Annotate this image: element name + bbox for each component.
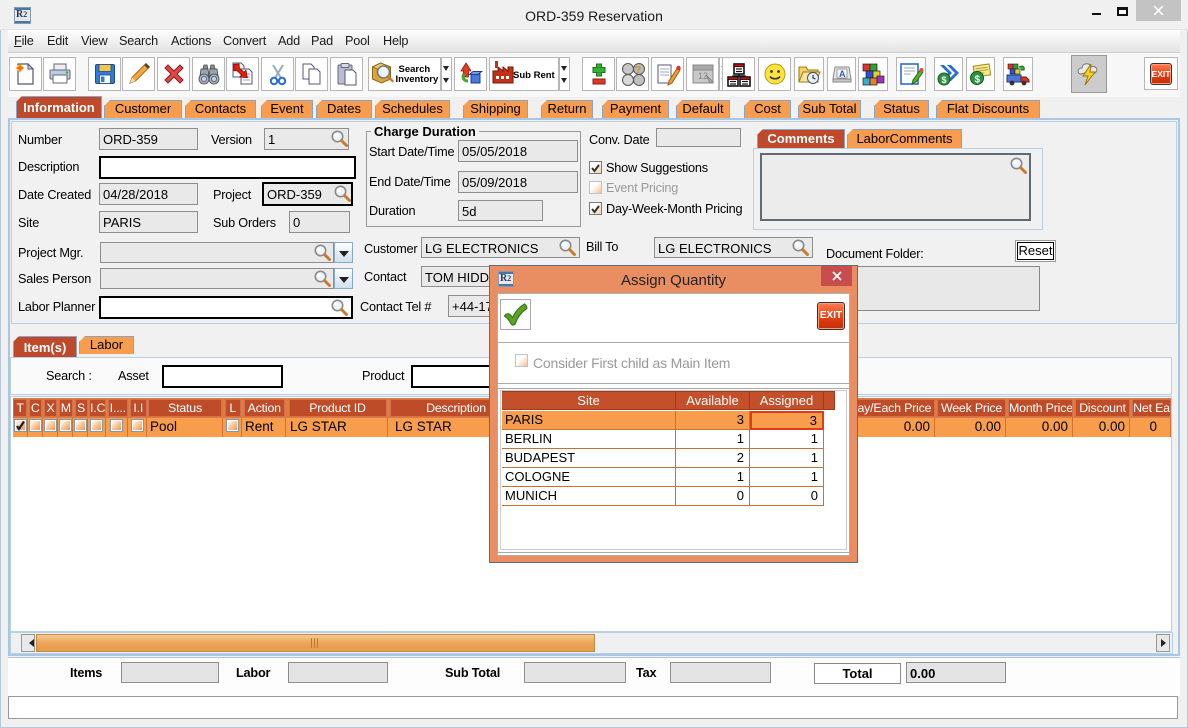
svg-text:?: ? [635,65,641,76]
svg-text:Inventory: Inventory [395,74,438,85]
svg-text:Sub Rent: Sub Rent [513,70,556,81]
svg-text:$: $ [974,75,980,86]
svg-text:A: A [839,69,846,79]
svg-text:$: $ [941,75,946,85]
